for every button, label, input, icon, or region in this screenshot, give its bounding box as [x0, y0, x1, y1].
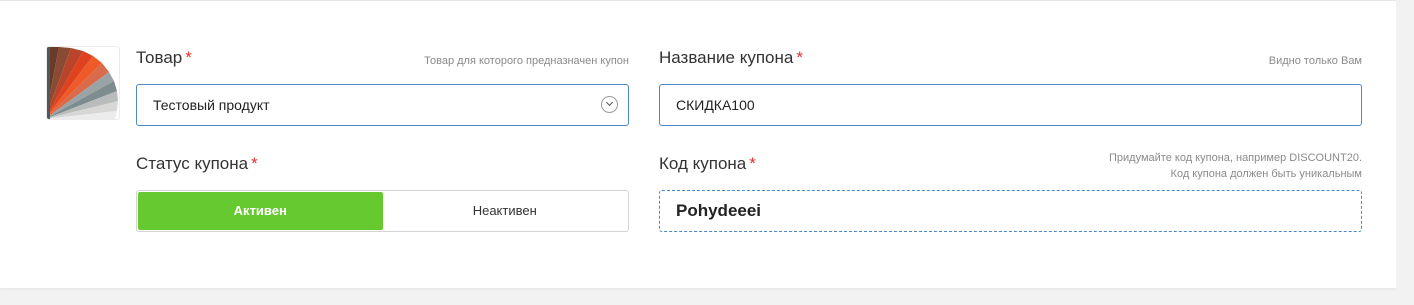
required-mark: * [251, 154, 258, 173]
coupon-form-card: Товар * Товар для которого предназначен к… [0, 0, 1396, 288]
product-select-value: Тестовый продукт [153, 97, 270, 113]
product-select[interactable]: Тестовый продукт [136, 84, 629, 126]
product-hint: Товар для которого предназначен купон [424, 55, 629, 67]
status-active-button[interactable]: Активен [138, 192, 383, 230]
required-mark: * [749, 154, 756, 173]
coupon-status-toggle: Активен Неактивен [136, 190, 629, 232]
coupon-code-label-text: Код купона [659, 154, 747, 173]
coupon-status-label: Статус купона * [136, 154, 258, 174]
coupon-code-field: Код купона * Придумайте код купона, напри… [659, 152, 1362, 234]
product-field: Товар * Товар для которого предназначен к… [136, 48, 629, 128]
chevron-down-icon[interactable] [601, 96, 618, 113]
coupon-name-input[interactable]: СКИДКА100 [659, 84, 1362, 126]
coupon-name-hint: Видно только Вам [1268, 55, 1362, 67]
product-label: Товар * [136, 48, 192, 68]
scrollbar-track[interactable] [1396, 0, 1414, 305]
coupon-code-label: Код купона * [659, 154, 756, 174]
coupon-code-input[interactable]: Pohydeeei [659, 190, 1362, 232]
coupon-code-hint-line1: Придумайте код купона, например DISCOUNT… [1109, 152, 1362, 164]
required-mark: * [796, 48, 803, 67]
product-label-text: Товар [136, 48, 183, 67]
coupon-status-label-text: Статус купона [136, 154, 249, 173]
coupon-code-hint-line2: Код купона должен быть уникальным [1170, 168, 1362, 180]
status-inactive-button[interactable]: Неактивен [383, 192, 628, 230]
required-mark: * [185, 48, 192, 67]
coupon-name-field: Название купона * Видно только Вам СКИДКА… [659, 48, 1362, 128]
product-thumbnail [46, 46, 120, 120]
coupon-name-label: Название купона * [659, 48, 803, 68]
coupon-status-field: Статус купона * Активен Неактивен [136, 154, 629, 234]
coupon-code-hint: Придумайте код купона, например DISCOUNT… [1109, 150, 1362, 182]
coupon-name-label-text: Название купона [659, 48, 794, 67]
